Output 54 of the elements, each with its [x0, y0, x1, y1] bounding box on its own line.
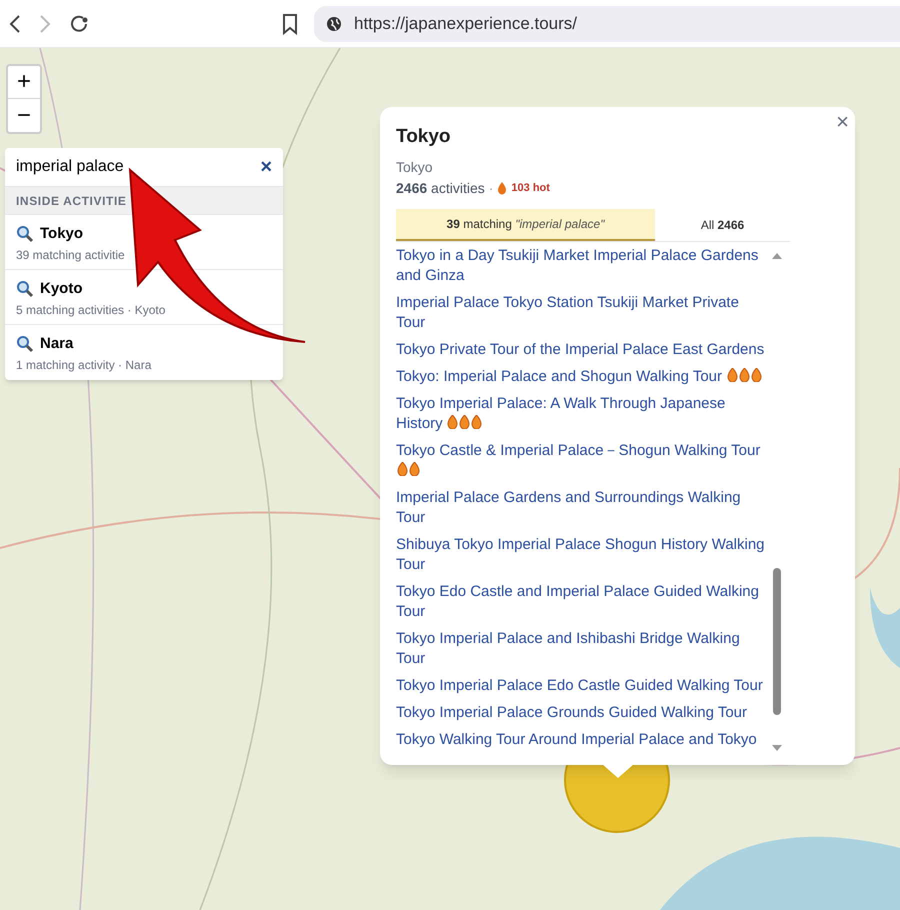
- activity-link[interactable]: Tokyo: Imperial Palace and Shogun Walking Tour: [396, 366, 768, 386]
- back-icon[interactable]: [8, 14, 22, 34]
- activity-link[interactable]: Tokyo Imperial Palace and Ishibashi Bridge Walking Tour: [396, 628, 768, 668]
- zoom-out-button[interactable]: −: [8, 99, 40, 132]
- flame-icon: [396, 462, 408, 476]
- bookmark-icon[interactable]: [282, 12, 298, 34]
- scrollbar-thumb[interactable]: [773, 568, 781, 714]
- activity-link[interactable]: Imperial Palace Gardens and Surroundings Walking Tour: [396, 488, 768, 528]
- activity-count: 2466 activities: [396, 178, 485, 198]
- result-title: Kyoto: [40, 279, 82, 299]
- flame-icon: [750, 368, 762, 382]
- popup-subtitle: Tokyo: [396, 158, 434, 177]
- activity-link[interactable]: Tokyo Private Tour of the Imperial Palace East Gardens: [396, 340, 768, 360]
- clear-button[interactable]: ×: [260, 157, 272, 177]
- close-button[interactable]: ×: [836, 111, 849, 133]
- separator-dot: ·: [488, 178, 494, 198]
- result-detail: 39 matching activitie: [16, 246, 126, 264]
- result-title: Nara: [40, 334, 74, 354]
- flame-icon: [471, 414, 482, 428]
- result-detail: 1 matching activity · Nara: [16, 356, 152, 374]
- flame-icon: [447, 414, 458, 428]
- reload-icon[interactable]: [68, 12, 90, 34]
- globe-icon: [326, 16, 342, 32]
- result-detail: 5 matching activities · Kyoto: [16, 302, 166, 318]
- activity-link[interactable]: Tokyo Walking Tour Around Imperial Palace and Tokyo: [396, 730, 768, 750]
- search-field[interactable]: imperial palace ×: [5, 148, 283, 186]
- search-icon: [16, 225, 34, 244]
- filter-tab[interactable]: 39 matching "imperial palace": [396, 208, 655, 240]
- flame-icon: [408, 462, 420, 476]
- scroll-down-icon[interactable]: [771, 744, 783, 752]
- activity-link[interactable]: Tokyo Imperial Palace: A Walk Through Japanese History: [396, 394, 768, 434]
- activity-link[interactable]: Tokyo Edo Castle and Imperial Palace Guided Walking Tour: [396, 582, 768, 622]
- hot-count: 103 hot: [511, 180, 550, 196]
- flame-icon: [738, 368, 750, 382]
- forward-icon[interactable]: [38, 14, 52, 34]
- search-icon: [16, 280, 34, 298]
- search-icon: [16, 335, 34, 354]
- activity-link[interactable]: Tokyo Castle & Imperial Palace－Shogun Walking Tour: [396, 440, 768, 480]
- section-title: INSIDE ACTIVITIE: [16, 192, 126, 210]
- url-text: https://japanexperience.tours/: [354, 12, 578, 35]
- address-bar[interactable]: https://japanexperience.tours/: [314, 6, 900, 42]
- activity-link[interactable]: Shibuya Tokyo Imperial Palace Shogun History Walking Tour: [396, 534, 768, 574]
- activity-link[interactable]: Tokyo Imperial Palace Grounds Guided Walking Tour: [396, 702, 768, 722]
- result-title: Tokyo: [40, 224, 84, 244]
- scroll-up-icon[interactable]: [771, 252, 783, 260]
- popup-title: Tokyo: [396, 125, 452, 149]
- flame-icon: [497, 182, 508, 194]
- activity-link[interactable]: Tokyo in a Day Tsukiji Market Imperial Palace Gardens and Ginza: [396, 246, 768, 286]
- search-result[interactable]: Nara 1 matching activity · Nara: [5, 325, 283, 380]
- activity-link[interactable]: Tokyo Imperial Palace Edo Castle Guided Walking Tour: [396, 676, 768, 696]
- activity-link[interactable]: Imperial Palace Tokyo Station Tsukiji Market Private Tour: [396, 292, 768, 332]
- zoom-in-button[interactable]: +: [8, 66, 40, 99]
- flame-icon: [726, 368, 738, 382]
- flame-icon: [459, 414, 470, 428]
